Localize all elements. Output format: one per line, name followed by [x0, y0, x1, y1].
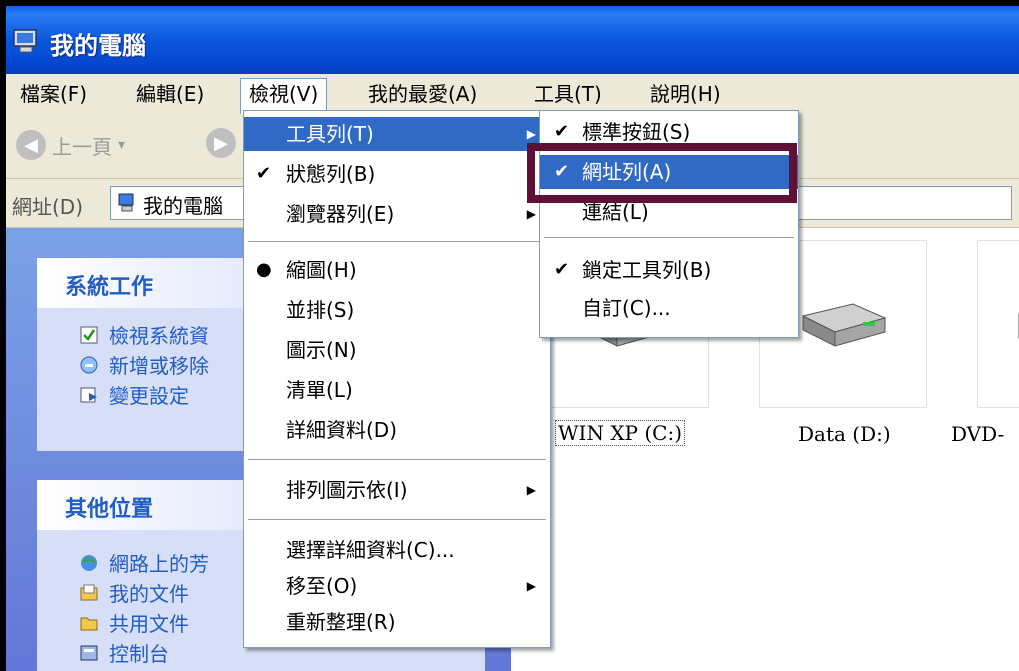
dvd-drive-icon: [1018, 313, 1019, 339]
control-panel-icon: [80, 645, 98, 660]
menu-item-label: 鎖定工具列(B): [582, 258, 712, 282]
back-arrow-icon: ◀: [16, 130, 46, 160]
view-menu-status-bar[interactable]: ✔ 狀態列(B): [244, 157, 550, 191]
computer-icon: [13, 29, 37, 53]
submenu-arrow-icon: ▶: [526, 579, 536, 593]
toolbar-standard-buttons[interactable]: ✔ 標準按鈕(S): [540, 115, 798, 149]
toolbars-submenu: ✔ 標準按鈕(S) ✔ 網址列(A) 連結(L) ✔ 鎖定工具列(B) 自訂(C…: [539, 110, 799, 338]
view-menu-go-to[interactable]: 移至(O) ▶: [244, 569, 550, 603]
task-view-system-info[interactable]: 檢視系統資: [79, 320, 209, 349]
drive-c-label[interactable]: WIN XP (C:): [555, 420, 686, 446]
view-menu-list[interactable]: 清單(L): [244, 373, 550, 407]
menu-item-label: 縮圖(H): [286, 258, 357, 282]
task-add-remove-programs[interactable]: 新增或移除: [79, 350, 209, 379]
place-network[interactable]: 網路上的芳: [79, 548, 209, 577]
toolbar-address-bar[interactable]: ✔ 網址列(A): [540, 155, 798, 189]
place-shared-documents[interactable]: 共用文件: [79, 608, 189, 637]
place-control-panel[interactable]: 控制台: [79, 638, 169, 667]
back-label: 上一頁: [52, 134, 112, 159]
drive-dvd-tile[interactable]: [977, 240, 1019, 408]
menu-item-label: 圖示(N): [286, 338, 357, 362]
menu-item-label: 詳細資料(D): [286, 418, 398, 442]
menu-item-label: 網址列(A): [582, 160, 672, 184]
menu-item-label: 清單(L): [286, 378, 353, 402]
forward-button[interactable]: ▶: [206, 128, 236, 158]
check-mark-icon: ✔: [554, 259, 570, 280]
task-label: 變更設定: [109, 384, 189, 408]
menu-item-label: 狀態列(B): [286, 162, 376, 186]
menu-item-label: 重新整理(R): [286, 610, 396, 634]
menu-separator: [248, 519, 546, 520]
view-menu-dropdown: 工具列(T) ▶ ✔ 狀態列(B) 瀏覽器列(E) ▶ ● 縮圖(H) 並排(S…: [243, 110, 551, 648]
place-my-documents[interactable]: 我的文件: [79, 578, 189, 607]
view-menu-icons[interactable]: 圖示(N): [244, 333, 550, 367]
back-button[interactable]: ◀ 上一頁 ▾: [16, 128, 125, 162]
menu-item-label: 自訂(C)...: [582, 296, 671, 320]
forward-arrow-icon: ▶: [206, 128, 236, 158]
task-label: 新增或移除: [109, 354, 209, 378]
menu-file[interactable]: 檔案(F): [12, 79, 95, 109]
submenu-arrow-icon: ▶: [526, 207, 536, 221]
my-documents-icon: [80, 584, 98, 600]
my-computer-window: 我的電腦 檔案(F) 編輯(E) 檢視(V) 我的最愛(A) 工具(T) 說明(…: [6, 6, 1019, 671]
menu-item-label: 並排(S): [286, 298, 355, 322]
menu-item-label: 工具列(T): [286, 122, 374, 146]
menu-item-label: 瀏覽器列(E): [286, 202, 395, 226]
check-mark-icon: ✔: [554, 121, 570, 142]
view-menu-tiles[interactable]: 並排(S): [244, 293, 550, 327]
system-tasks-title: 系統工作: [65, 275, 154, 300]
submenu-arrow-icon: ▶: [526, 483, 536, 497]
menu-separator: [248, 241, 546, 242]
menu-edit[interactable]: 編輯(E): [128, 79, 212, 109]
menu-favorites[interactable]: 我的最愛(A): [360, 79, 485, 109]
task-label: 檢視系統資: [109, 324, 209, 348]
address-value: 我的電腦: [143, 194, 223, 218]
check-mark-icon: ✔: [554, 161, 570, 182]
task-change-settings[interactable]: 變更設定: [79, 380, 189, 409]
computer-icon: [118, 193, 134, 212]
other-places-title: 其他位置: [65, 497, 154, 522]
menu-item-label: 排列圖示依(I): [286, 478, 408, 502]
radio-bullet-icon: ●: [256, 259, 272, 280]
drive-d-label[interactable]: Data (D:): [798, 422, 891, 446]
title-bar[interactable]: 我的電腦: [6, 6, 1019, 74]
view-menu-details[interactable]: 詳細資料(D): [244, 413, 550, 447]
menu-separator: [544, 237, 794, 238]
menu-help[interactable]: 說明(H): [642, 79, 729, 109]
toolbar-customize[interactable]: 自訂(C)...: [540, 291, 798, 325]
view-menu-arrange-icons[interactable]: 排列圖示依(I) ▶: [244, 473, 550, 507]
window-title: 我的電腦: [50, 32, 146, 60]
view-menu-thumbnails[interactable]: ● 縮圖(H): [244, 253, 550, 287]
add-remove-icon: [80, 356, 98, 373]
network-icon: [81, 554, 97, 571]
submenu-arrow-icon: ▶: [526, 127, 536, 141]
shared-folder-icon: [80, 617, 98, 630]
place-label: 控制台: [109, 642, 169, 666]
menu-tools[interactable]: 工具(T): [526, 79, 610, 109]
menu-item-label: 移至(O): [286, 574, 358, 598]
menu-item-label: 選擇詳細資料(C)...: [286, 538, 455, 562]
place-label: 共用文件: [109, 612, 189, 636]
view-menu-choose-details[interactable]: 選擇詳細資料(C)...: [244, 533, 550, 567]
menu-separator: [248, 459, 546, 460]
toolbar-lock-toolbars[interactable]: ✔ 鎖定工具列(B): [540, 253, 798, 287]
change-settings-icon: [80, 387, 97, 402]
check-mark-icon: ✔: [256, 163, 272, 184]
view-system-icon: [80, 326, 98, 343]
drive-dvd-label[interactable]: DVD-: [951, 422, 1004, 446]
view-menu-toolbars[interactable]: 工具列(T) ▶: [244, 117, 550, 151]
address-label: 網址(D): [12, 195, 84, 219]
back-dropdown-icon[interactable]: ▾: [118, 137, 125, 153]
place-label: 我的文件: [109, 582, 189, 606]
place-label: 網路上的芳: [109, 552, 209, 576]
view-menu-refresh[interactable]: 重新整理(R): [244, 605, 550, 639]
hard-drive-icon: [801, 303, 887, 347]
view-menu-explorer-bar[interactable]: 瀏覽器列(E) ▶: [244, 197, 550, 231]
menu-item-label: 標準按鈕(S): [582, 120, 691, 144]
toolbar-links[interactable]: 連結(L): [540, 195, 798, 229]
menu-item-label: 連結(L): [582, 200, 649, 224]
menu-bar: 檔案(F) 編輯(E) 檢視(V) 我的最愛(A) 工具(T) 說明(H): [6, 74, 1019, 115]
